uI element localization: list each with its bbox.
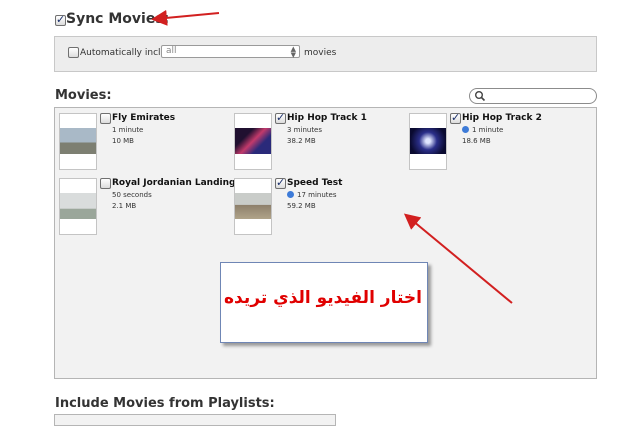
annotation-arrows — [151, 9, 513, 304]
arrow-to-movies — [403, 213, 513, 304]
playlists-section-title: Include Movies from Playlists: — [55, 396, 275, 411]
arrow-to-sync-movies — [151, 9, 220, 26]
playlists-panel — [54, 414, 336, 426]
